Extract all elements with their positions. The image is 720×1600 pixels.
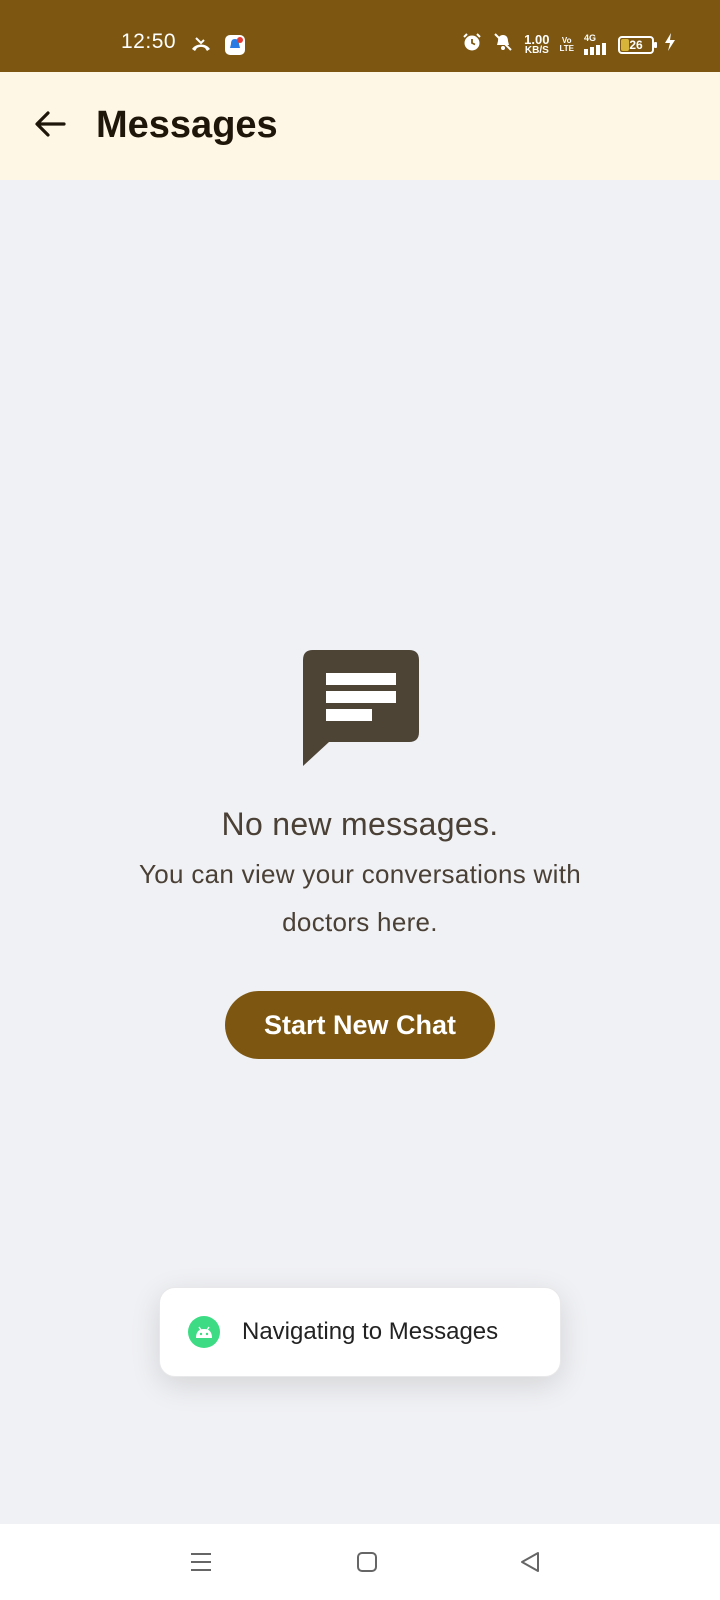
- status-time: 12:50: [121, 30, 177, 53]
- battery-level: 26: [629, 37, 643, 52]
- back-button[interactable]: [28, 102, 72, 146]
- empty-state-title: No new messages.: [221, 806, 499, 842]
- empty-state-description: You can view your conversations with doc…: [139, 859, 581, 937]
- volte-indicator: Vo LTE: [559, 36, 574, 53]
- message-bubble-icon: [303, 650, 419, 766]
- back-icon: [521, 1552, 539, 1572]
- home-button[interactable]: [347, 1544, 387, 1580]
- app-bar: Messages: [0, 72, 720, 180]
- menu-button[interactable]: [181, 1544, 221, 1580]
- mute-icon: [492, 32, 514, 57]
- status-bar: 12:50 1.00 KB/S Vo LTE 4G 26: [0, 0, 720, 72]
- status-right-icons: 1.00 KB/S Vo LTE 4G 26: [462, 32, 676, 57]
- menu-icon: [191, 1553, 211, 1571]
- volte-bottom: LTE: [559, 43, 574, 53]
- battery-icon: 26: [618, 35, 657, 54]
- start-new-chat-button[interactable]: Start New Chat: [225, 991, 495, 1059]
- page-title: Messages: [96, 104, 278, 146]
- signal-icon: 4G: [584, 34, 608, 55]
- missed-call-icon: [190, 37, 212, 58]
- notification-app-icon: [224, 34, 246, 61]
- toast-text: Navigating to Messages: [242, 1318, 499, 1345]
- android-icon: [188, 1316, 220, 1348]
- toast: Navigating to Messages: [159, 1287, 561, 1377]
- alarm-icon: [462, 32, 482, 57]
- network-speed: 1.00 KB/S: [524, 33, 549, 56]
- system-nav-bar: [0, 1524, 720, 1600]
- home-icon: [357, 1552, 377, 1572]
- network-speed-unit: KB/S: [524, 45, 549, 56]
- nav-back-button[interactable]: [510, 1544, 550, 1580]
- arrow-left-icon: [35, 111, 66, 137]
- network-type: 4G: [584, 33, 597, 43]
- charging-icon: [664, 32, 676, 57]
- status-left-icons: [190, 34, 246, 61]
